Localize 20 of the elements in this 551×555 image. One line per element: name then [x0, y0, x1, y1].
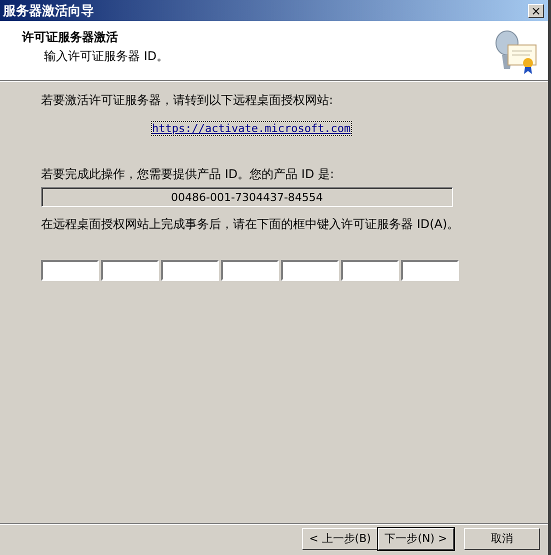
product-id-prompt: 若要完成此操作，您需要提供产品 ID。您的产品 ID 是: [41, 167, 336, 181]
page-subtitle: 输入许可证服务器 ID。 [43, 48, 169, 65]
server-id-prompt: 在远程桌面授权网站上完成事务后，请在下面的框中键入许可证服务器 ID(A)。 [41, 217, 460, 231]
wizard-button[interactable]: < 上一步(B) [302, 528, 378, 550]
certificate-icon [494, 29, 538, 75]
page-title: 许可证服务器激活 [22, 29, 119, 46]
intro-text: 若要激活许可证服务器，请转到以下远程桌面授权网站: [41, 93, 334, 107]
server-id-field[interactable] [101, 260, 159, 281]
activation-link[interactable]: https://activate.microsoft.com [151, 121, 352, 136]
close-button[interactable]: × [528, 4, 544, 18]
window-title: 服务器激活向导 [3, 2, 94, 20]
wizard-button[interactable]: 取消 [464, 528, 540, 550]
server-id-field[interactable] [41, 260, 99, 281]
product-id-field: 00486-001-7304437-84554 [41, 187, 453, 207]
server-id-field[interactable] [401, 260, 459, 281]
server-id-field[interactable] [281, 260, 339, 281]
server-id-field[interactable] [161, 260, 219, 281]
server-id-field[interactable] [221, 260, 279, 281]
server-id-field[interactable] [341, 260, 399, 281]
wizard-button[interactable]: 下一步(N) > [378, 528, 454, 550]
